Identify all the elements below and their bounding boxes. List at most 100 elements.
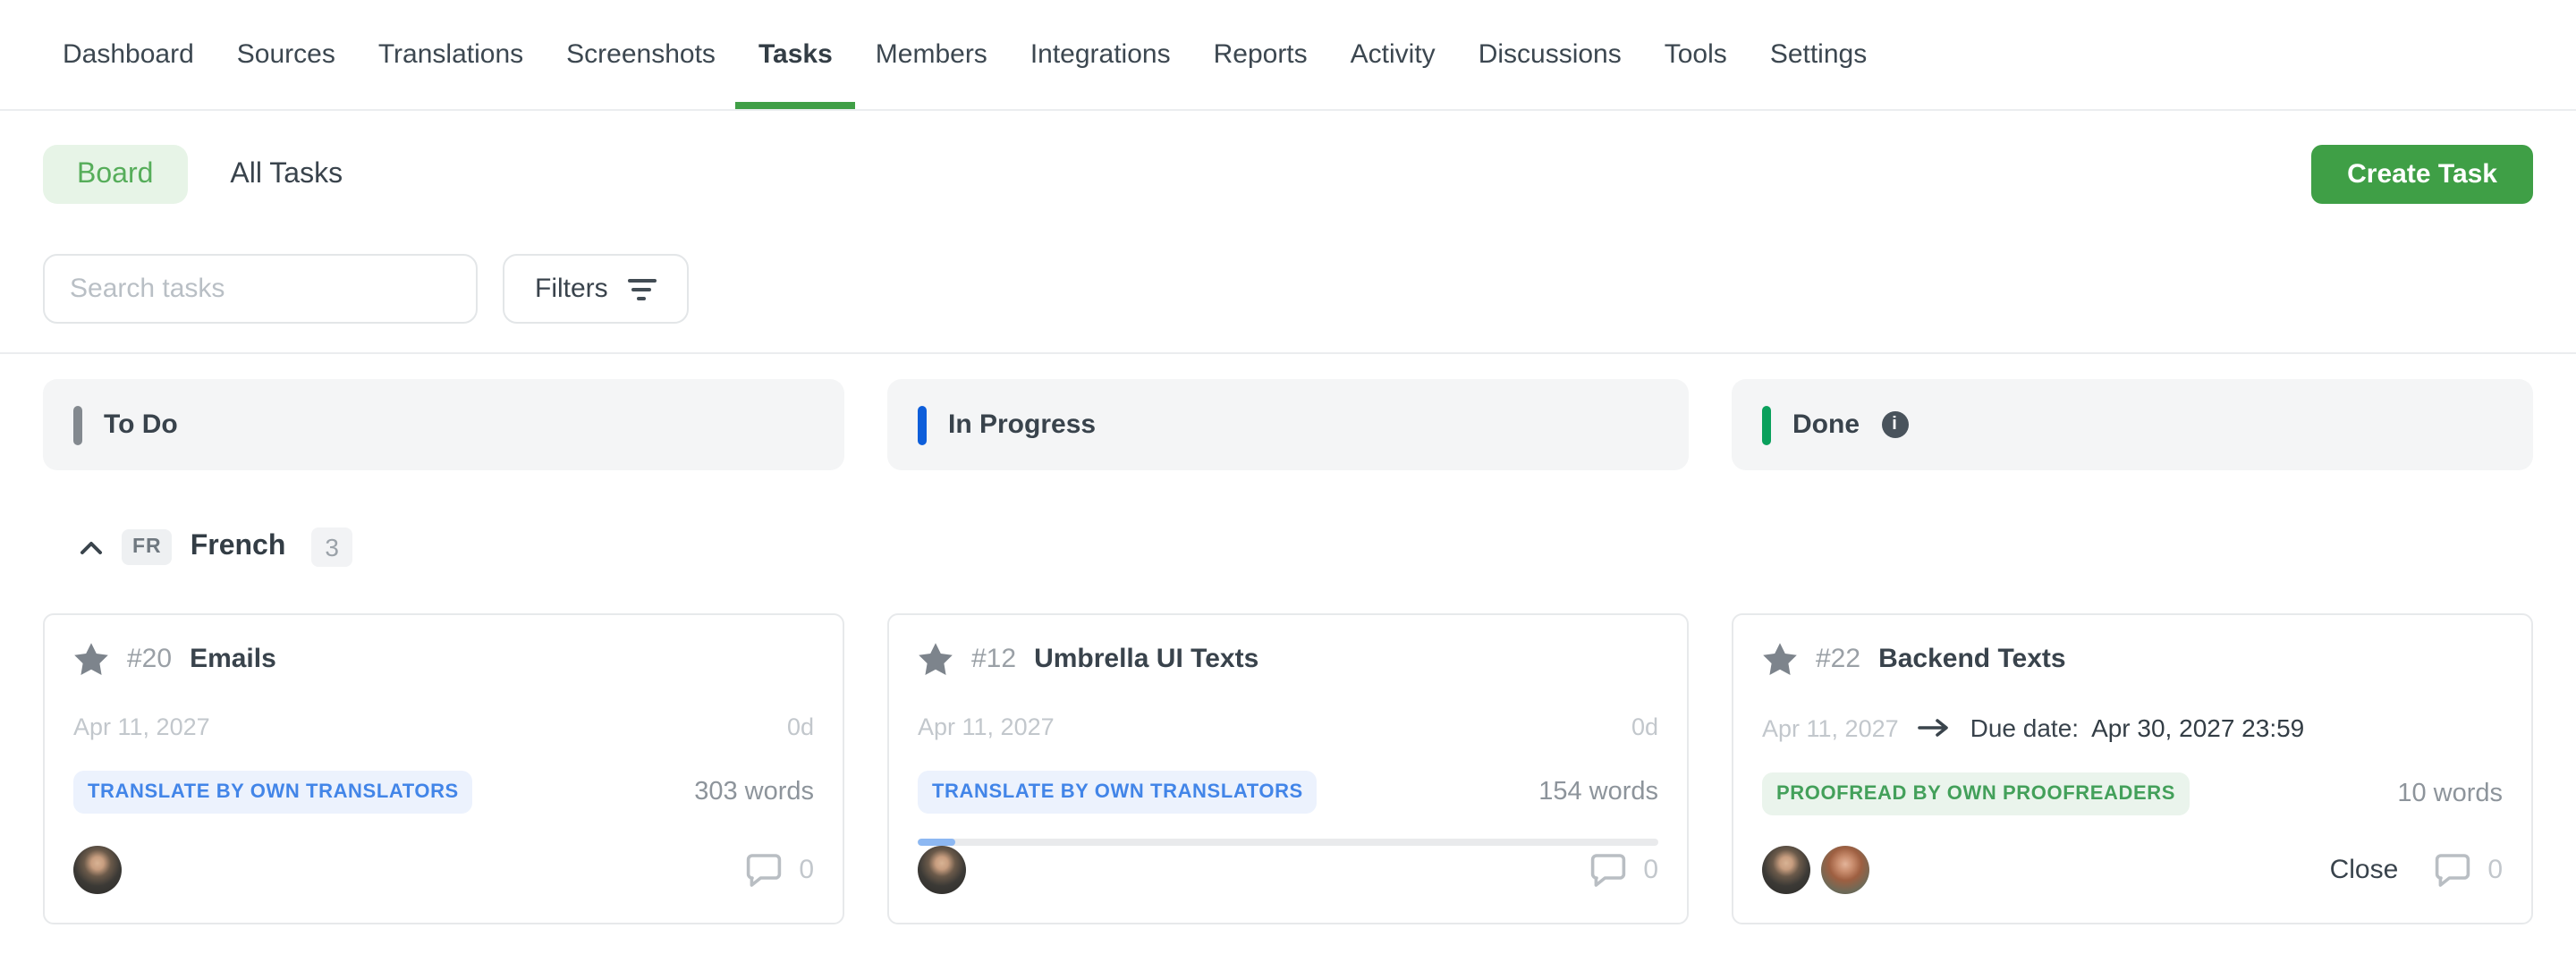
footer-right: 0 [743,851,814,889]
filter-icon [628,278,657,300]
comment-count: 0 [1643,855,1658,885]
task-card[interactable]: #20 Emails Apr 11, 2027 0d TRANSLATE BY … [43,613,844,924]
tab-board[interactable]: Board [43,145,187,204]
info-icon[interactable]: i [1881,411,1908,438]
nav-item-settings[interactable]: Settings [1770,0,1867,109]
language-code-badge: FR [122,529,173,565]
assignee-avatars [918,846,966,894]
task-id: #20 [127,644,172,674]
days-left: 0d [787,713,814,740]
task-count-badge: 3 [310,527,353,567]
due-date-wrap: Due date: Apr 30, 2027 23:59 [1899,713,2305,742]
assignee-avatars [73,846,122,894]
close-task-link[interactable]: Close [2330,855,2399,885]
view-toolbar: Board All Tasks Create Task [0,145,2576,204]
nav-item-discussions[interactable]: Discussions [1479,0,1622,109]
nav-item-integrations[interactable]: Integrations [1030,0,1171,109]
task-id: #12 [971,644,1016,674]
comments-button[interactable]: 0 [2432,851,2503,889]
nav-item-tools[interactable]: Tools [1665,0,1727,109]
days-left: 0d [1631,713,1658,740]
comment-icon [743,851,783,889]
word-count: 154 words [1538,778,1658,806]
badge-row: TRANSLATE BY OWN TRANSLATORS 303 words [73,771,814,814]
collapse-chevron-icon[interactable] [79,539,104,555]
footer-right: Close 0 [2330,851,2503,889]
search-input[interactable] [43,254,478,324]
column-name: Done [1792,409,1860,440]
arrow-right-icon [1919,719,1951,737]
board-column-header: Done i [1732,379,2533,470]
due-date-value: Apr 30, 2027 23:59 [2091,713,2304,742]
nav-item-screenshots[interactable]: Screenshots [566,0,716,109]
avatar-woman [1821,846,1869,894]
nav-item-reports[interactable]: Reports [1214,0,1308,109]
column-name: In Progress [948,409,1096,440]
task-type-badge: PROOFREAD BY OWN PROOFREADERS [1762,772,2190,815]
badge-row: TRANSLATE BY OWN TRANSLATORS 154 words [918,771,1658,814]
start-date: Apr 11, 2027 [1762,714,1899,741]
comments-button[interactable]: 0 [1588,851,1658,889]
card-title-row: #20 Emails [73,642,814,676]
card-footer: 0 [73,846,814,894]
footer-right: 0 [1588,851,1658,889]
card-title-row: #22 Backend Texts [1762,642,2503,676]
task-card[interactable]: #22 Backend Texts Apr 11, 2027 Due date:… [1732,613,2533,924]
comment-count: 0 [2487,855,2503,885]
progress-bar-fill [918,839,954,846]
date-row: Apr 11, 2027 Due date: Apr 30, 2027 23:5… [1762,713,2503,742]
column-name: To Do [104,409,178,440]
board-column-headers: To Do i In Progress i Done i [0,379,2576,470]
card-title-row: #12 Umbrella UI Texts [918,642,1658,676]
column-status-bar [1762,405,1771,444]
create-task-button[interactable]: Create Task [2311,145,2533,204]
task-cards: #20 Emails Apr 11, 2027 0d TRANSLATE BY … [0,613,2576,924]
avatar-man [73,846,122,894]
card-footer: 0 [918,846,1658,894]
date-row: Apr 11, 2027 0d [73,713,814,740]
task-type-badge: TRANSLATE BY OWN TRANSLATORS [918,771,1318,814]
word-count: 10 words [2397,780,2503,808]
start-date: Apr 11, 2027 [918,713,1055,740]
top-navigation: Dashboard Sources Translations Screenshots T… [0,0,2576,111]
search-row: Filters [0,254,2576,354]
word-count: 303 words [694,778,814,806]
column-status-bar [918,405,927,444]
task-title: Umbrella UI Texts [1034,644,1258,674]
comment-count: 0 [799,855,814,885]
page: Dashboard Sources Translations Screenshots T… [0,0,2576,979]
nav-item-dashboard[interactable]: Dashboard [63,0,194,109]
comment-icon [2432,851,2471,889]
star-icon[interactable] [1762,642,1798,676]
tab-all-tasks[interactable]: All Tasks [230,158,343,190]
board-column-header: To Do i [43,379,844,470]
task-card[interactable]: #12 Umbrella UI Texts Apr 11, 2027 0d TR… [887,613,1689,924]
due-date-label: Due date: [1970,713,2079,742]
star-icon[interactable] [918,642,953,676]
nav-item-translations[interactable]: Translations [378,0,523,109]
comment-icon [1588,851,1627,889]
task-title: Backend Texts [1878,644,2066,674]
comments-button[interactable]: 0 [743,851,814,889]
progress-bar [918,839,1658,846]
filters-button[interactable]: Filters [503,254,689,324]
avatar-man [918,846,966,894]
language-name: French [191,531,286,563]
start-date: Apr 11, 2027 [73,713,210,740]
filters-label: Filters [535,274,608,304]
card-footer: Close 0 [1762,846,2503,894]
column-status-bar [73,405,82,444]
task-id: #22 [1816,644,1860,674]
task-type-badge: TRANSLATE BY OWN TRANSLATORS [73,771,473,814]
avatar-man [1762,846,1810,894]
task-title: Emails [190,644,276,674]
date-row: Apr 11, 2027 0d [918,713,1658,740]
star-icon[interactable] [73,642,109,676]
assignee-avatars [1762,846,1869,894]
badge-row: PROOFREAD BY OWN PROOFREADERS 10 words [1762,772,2503,815]
nav-item-tasks[interactable]: Tasks [758,0,833,109]
language-group-row: FR French 3 [0,524,2576,570]
nav-item-sources[interactable]: Sources [237,0,335,109]
nav-item-activity[interactable]: Activity [1351,0,1436,109]
nav-item-members[interactable]: Members [876,0,987,109]
